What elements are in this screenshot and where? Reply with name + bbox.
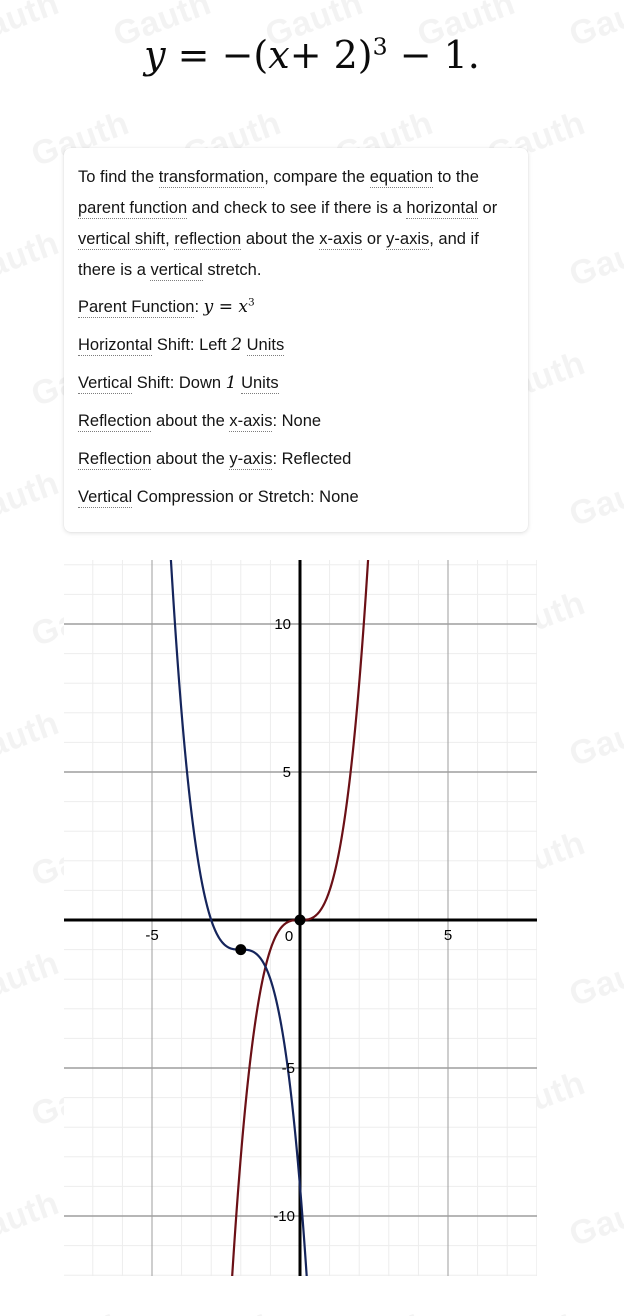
paragraph-keyword: parent function (78, 199, 188, 219)
vertical-shift-keyword: Vertical (78, 374, 133, 394)
parent-function-math: y = x3 (203, 296, 255, 317)
vertical-shift-label: Shift: (132, 374, 175, 392)
horizontal-shift-label: Shift: (152, 336, 195, 354)
reflection-x-about: about the (151, 412, 230, 430)
parent-function-label: Parent Function (78, 298, 195, 318)
watermark-text: Gauth (482, 1304, 590, 1316)
vertical-stretch-value: None (314, 488, 359, 506)
y-axis-keyword: y-axis (229, 450, 273, 470)
function-graph: -5 0 5 10 5 -5 -10 (64, 560, 537, 1276)
paragraph-keyword: reflection (174, 230, 242, 250)
equation-expression: y = −(x+ 2)3 − 1. (144, 32, 480, 77)
vertical-stretch-keyword: Vertical (78, 488, 133, 508)
vertical-shift-units: Units (241, 374, 279, 394)
horizontal-shift-line: Horizontal Shift: Left 2 Units (78, 326, 514, 364)
paragraph-keyword: horizontal (406, 199, 478, 219)
x-tick-label-0: 0 (285, 928, 293, 945)
y-tick-label-5: 5 (283, 764, 291, 781)
vertical-shift-direction: Down (174, 374, 226, 392)
x-axis-keyword: x-axis (229, 412, 273, 432)
paragraph-text: , (165, 230, 175, 248)
paragraph-keyword: equation (369, 168, 433, 188)
watermark-text: Gauth (564, 464, 624, 535)
watermark-text: Gauth (0, 704, 64, 775)
watermark-text: Gauth (0, 224, 64, 295)
watermark-text: Gauth (564, 224, 624, 295)
paragraph-text: to the (433, 168, 479, 186)
reflection-y-keyword: Reflection (78, 450, 152, 470)
y-tick-label-neg10: -10 (273, 1208, 295, 1225)
horizontal-shift-direction: Left (194, 336, 232, 354)
paragraph-keyword: y-axis (386, 230, 430, 250)
horizontal-shift-units: Units (246, 336, 285, 356)
explanation-paragraph: To find the transformation, compare the … (78, 162, 514, 286)
watermark-text: Gauth (26, 1304, 134, 1316)
paragraph-text: stretch. (202, 261, 262, 279)
paragraph-keyword: vertical shift (78, 230, 166, 250)
reflection-x-keyword: Reflection (78, 412, 152, 432)
paragraph-keyword: vertical (150, 261, 203, 281)
vertical-shift-amount: 1 (225, 373, 237, 393)
vertical-stretch-line: Vertical Compression or Stretch: None (78, 478, 514, 516)
graph-canvas: -5 0 5 10 5 -5 -10 (64, 560, 537, 1276)
watermark-text: Gauth (564, 704, 624, 775)
paragraph-text: or (362, 230, 387, 248)
y-tick-label-10: 10 (274, 616, 291, 633)
reflection-x-value: None (277, 412, 322, 430)
transformed-inflection-point (235, 944, 247, 956)
paragraph-text: about the (241, 230, 320, 248)
explanation-card: To find the transformation, compare the … (64, 148, 528, 532)
y-tick-label-neg5: -5 (282, 1060, 295, 1077)
x-tick-label-5: 5 (444, 927, 452, 944)
reflection-y-about: about the (151, 450, 230, 468)
watermark-text: Gauth (330, 1304, 438, 1316)
vertical-shift-line: Vertical Shift: Down 1 Units (78, 364, 514, 402)
reflection-y-value: Reflected (277, 450, 352, 468)
horizontal-shift-amount: 2 (231, 335, 243, 355)
paragraph-text: and check to see if there is a (187, 199, 407, 217)
watermark-text: Gauth (0, 464, 64, 535)
watermark-text: Gauth (564, 944, 624, 1015)
paragraph-keyword: transformation (158, 168, 265, 188)
reflection-x-axis-line: Reflection about the x-axis: None (78, 402, 514, 440)
watermark-text: Gauth (178, 1304, 286, 1316)
paragraph-text: To find the (78, 168, 159, 186)
parent-function-line: Parent Function: y = x3 (78, 288, 514, 326)
watermark-text: Gauth (0, 944, 64, 1015)
watermark-text: Gauth (564, 1184, 624, 1255)
paragraph-text: or (477, 199, 498, 217)
parent-inflection-point (294, 914, 306, 926)
watermark-text: Gauth (0, 1184, 64, 1255)
paragraph-text: , compare the (264, 168, 370, 186)
horizontal-shift-keyword: Horizontal (78, 336, 153, 356)
reflection-y-axis-line: Reflection about the y-axis: Reflected (78, 440, 514, 478)
vertical-stretch-label: Compression or Stretch: (132, 488, 315, 506)
paragraph-keyword: x-axis (319, 230, 363, 250)
parent-function-colon: : (194, 298, 200, 316)
equation-heading: y = −(x+ 2)3 − 1. (0, 32, 624, 78)
x-tick-label-neg5: -5 (145, 927, 158, 944)
